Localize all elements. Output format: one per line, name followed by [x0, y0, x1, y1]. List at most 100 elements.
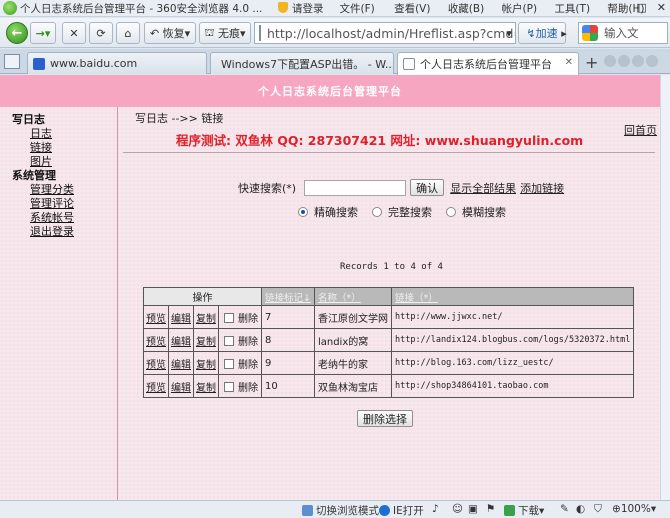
download-icon [504, 505, 515, 516]
switch-mode-button[interactable]: 切换浏览模式 [302, 503, 379, 518]
cell-id: 8 [261, 328, 315, 352]
delete-checkbox[interactable] [224, 358, 234, 369]
delete-label: 删除 [238, 382, 258, 394]
preview-link[interactable]: 预览 [143, 305, 169, 329]
lightning-icon: ↯ [526, 26, 536, 40]
search-mode: 精确搜索 完整搜索 模糊搜索 [298, 204, 520, 220]
edit-link[interactable]: 编辑 [168, 305, 194, 329]
radio-off-icon [446, 207, 456, 217]
menu-file[interactable]: 文件(F) [340, 3, 375, 15]
edit-link[interactable]: 编辑 [168, 351, 194, 375]
header-url[interactable]: 链接（*） [390, 287, 635, 306]
no-trace-button[interactable]: ⛫ 无痕 ▾ [199, 22, 251, 44]
globe-icon[interactable]: ◐ [576, 503, 585, 515]
flag-icon[interactable]: ⚑ [486, 503, 495, 515]
copy-link[interactable]: 复制 [193, 305, 219, 329]
tab-menu-icon[interactable] [646, 55, 658, 67]
title-bar: 个人日志系统后台管理平台 - 360安全浏览器 4.0 ... 请登录 文件(F… [0, 0, 670, 17]
copy-link[interactable]: 复制 [193, 374, 219, 398]
delete-selected-button[interactable]: 删除选择 [357, 410, 413, 427]
delete-checkbox[interactable] [224, 335, 234, 346]
back-icon[interactable]: ← [6, 22, 28, 44]
shield-status-icon[interactable]: ⛉ [594, 503, 602, 516]
delete-cell: 删除 [218, 328, 262, 352]
admin-sidebar: 写日志 日志 链接 图片 系统管理 管理分类 管理评论 系统帐号 退出登录 [0, 107, 118, 500]
table-row: 预览 编辑 复制 删除 7 香江原创文学网 http://www.jjwxc.n… [143, 305, 635, 329]
baidu-icon [33, 57, 45, 70]
table-row: 预览 编辑 复制 删除 9 老纳牛的家 http://blog.163.com/… [143, 351, 635, 375]
cell-name: 香江原创文学网 [313, 305, 392, 329]
search-engine-icon [582, 25, 598, 41]
records-count: Records 1 to 4 of 4 [340, 262, 443, 272]
mode-full[interactable]: 完整搜索 [372, 204, 432, 220]
status-bar: 切换浏览模式 IE打开 ♪ ☺ ▣ ⚑ 下载 ▾ ✎ ◐ ⛉ ⊕ 100% ▾ [0, 500, 670, 518]
tab-windows7[interactable]: Windows7下配置ASP出错。 - W... [210, 52, 394, 74]
forward-icon: →▾ [35, 26, 51, 40]
home-icon: ⌂ [124, 26, 132, 40]
home-link[interactable]: 回首页 [624, 122, 657, 138]
go-icon[interactable]: ▸ [556, 22, 572, 44]
preview-link[interactable]: 预览 [143, 328, 169, 352]
cell-name: 老纳牛的家 [313, 351, 392, 375]
edit-link[interactable]: 编辑 [168, 328, 194, 352]
tagline: 程序测试: 双鱼林 QQ: 287307421 网址: www.shuangyu… [176, 133, 584, 148]
camera-icon[interactable]: ▣ [468, 503, 478, 515]
search-input[interactable]: 输入文 [578, 22, 668, 44]
mode-exact[interactable]: 精确搜索 [298, 204, 358, 220]
cell-name: landix的窝 [313, 328, 392, 352]
download-button[interactable]: 下载 ▾ [504, 503, 544, 518]
cell-name: 双鱼林淘宝店 [313, 374, 392, 398]
maximize-icon[interactable]: □ [636, 1, 646, 14]
new-tab-icon[interactable]: + [585, 53, 598, 72]
address-dropdown-icon[interactable]: ▾ [502, 22, 516, 44]
login-link[interactable]: 请登录 [278, 1, 324, 16]
minimize-icon[interactable]: – [621, 1, 627, 14]
menu-bar: 文件(F) 查看(V) 收藏(B) 帐户(P) 工具(T) 帮助(H) [340, 1, 659, 16]
quick-search: 快速搜索(*) 确认 显示全部结果 添加链接 [238, 179, 564, 196]
header-name[interactable]: 名称（*） [313, 287, 392, 306]
add-link-link[interactable]: 添加链接 [520, 180, 564, 196]
preview-link[interactable]: 预览 [143, 351, 169, 375]
sidebar-item-logout[interactable]: 退出登录 [30, 223, 74, 239]
delete-cell: 删除 [218, 351, 262, 375]
menu-tools[interactable]: 工具(T) [554, 3, 590, 15]
address-bar[interactable]: http://localhost/admin/Hreflist.asp?cmd= [254, 22, 516, 44]
browser-logo-icon [3, 1, 17, 15]
header-id[interactable]: 链接标记↓ [261, 287, 315, 306]
mode-fuzzy[interactable]: 模糊搜索 [446, 204, 506, 220]
menu-account[interactable]: 帐户(P) [502, 3, 538, 15]
menu-view[interactable]: 查看(V) [394, 3, 430, 15]
close-icon[interactable]: ✕ [657, 1, 666, 14]
copy-link[interactable]: 复制 [193, 351, 219, 375]
show-all-link[interactable]: 显示全部结果 [450, 180, 516, 196]
menu-favorites[interactable]: 收藏(B) [448, 3, 484, 15]
tab-admin[interactable]: 个人日志系统后台管理平台 ✕ [397, 52, 579, 75]
sidebar-toggle-icon[interactable] [4, 54, 20, 69]
vertical-scrollbar[interactable] [660, 75, 670, 500]
tab-close-icon[interactable]: ✕ [565, 57, 573, 68]
forward-button[interactable]: →▾ [30, 22, 56, 44]
refresh-button[interactable]: ⟳ [89, 22, 113, 44]
tab-baidu[interactable]: www.baidu.com [27, 52, 207, 74]
user-icon[interactable]: ☺ [452, 503, 463, 515]
restore-button[interactable]: ↶ 恢复 ▾ [144, 22, 196, 44]
delete-cell: 删除 [218, 305, 262, 329]
tab-list-icon[interactable] [632, 55, 644, 67]
wrench-icon[interactable]: ✎ [560, 503, 569, 515]
stop-button[interactable]: ✕ [62, 22, 86, 44]
confirm-button[interactable]: 确认 [410, 179, 445, 196]
preview-link[interactable]: 预览 [143, 374, 169, 398]
delete-checkbox[interactable] [224, 312, 234, 323]
edit-link[interactable]: 编辑 [168, 374, 194, 398]
sound-icon[interactable]: ♪ [432, 503, 439, 515]
tab-right-icon[interactable] [618, 55, 630, 67]
copy-link[interactable]: 复制 [193, 328, 219, 352]
delete-checkbox[interactable] [224, 381, 234, 392]
ie-open-button[interactable]: IE打开 [379, 503, 424, 518]
home-button[interactable]: ⌂ [116, 22, 140, 44]
tab-left-icon[interactable] [604, 55, 616, 67]
radio-off-icon [372, 207, 382, 217]
search-input[interactable] [304, 179, 407, 196]
search-label: 快速搜索(*) [238, 181, 297, 195]
zoom-control[interactable]: ⊕ 100% ▾ [612, 503, 656, 515]
